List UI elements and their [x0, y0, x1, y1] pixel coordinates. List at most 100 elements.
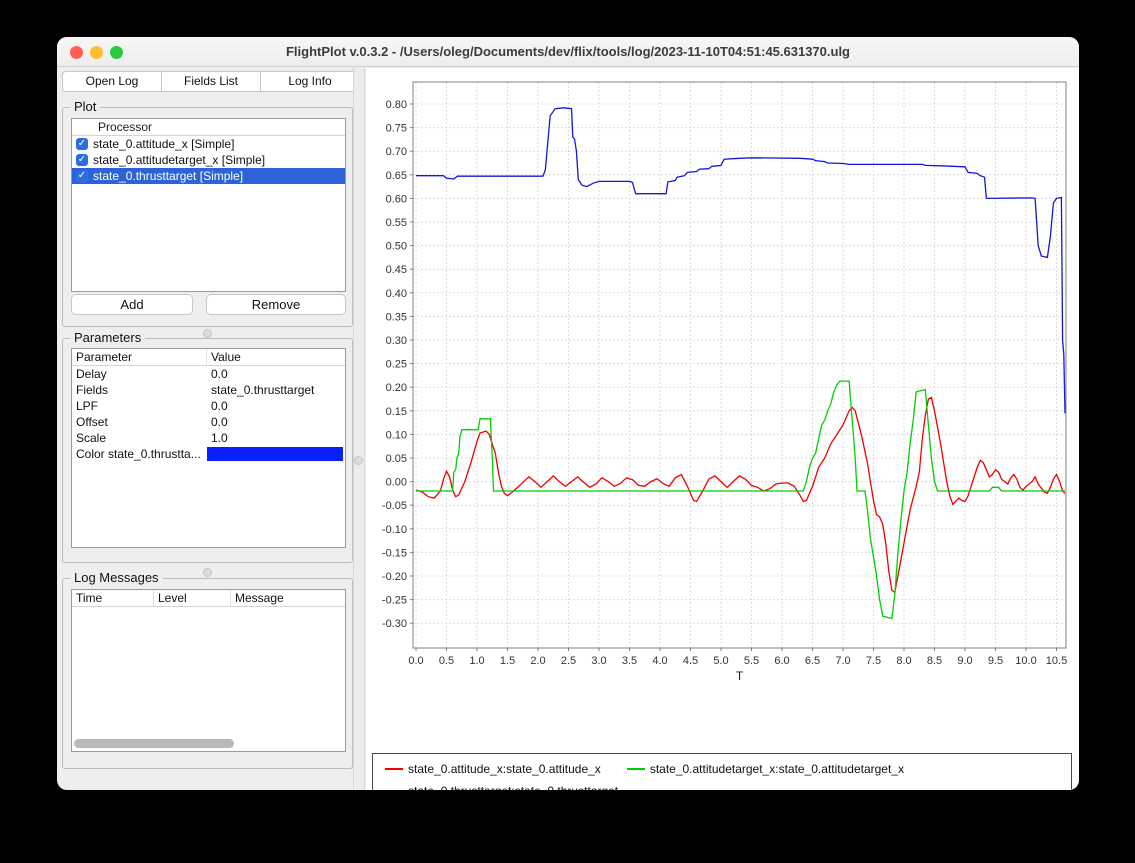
- legend-label: state_0.thrusttarget:state_0.thrusttarge…: [408, 784, 618, 790]
- parameter-name: Scale: [72, 430, 207, 446]
- plot-canvas[interactable]: -0.30-0.25-0.20-0.15-0.10-0.050.000.050.…: [366, 68, 1079, 790]
- parameter-row[interactable]: Offset0.0: [72, 414, 345, 430]
- x-tick-label: 2.5: [561, 655, 576, 667]
- remove-button[interactable]: Remove: [206, 294, 346, 315]
- parameter-row[interactable]: Fieldsstate_0.thrusttarget: [72, 382, 345, 398]
- checkbox-icon[interactable]: [76, 170, 88, 182]
- level-column-header[interactable]: Level: [154, 590, 231, 606]
- legend-swatch-icon: [627, 768, 645, 770]
- legend-item: state_0.attitudetarget_x:state_0.attitud…: [627, 762, 904, 776]
- y-tick-label: 0.10: [386, 429, 407, 441]
- y-tick-label: 0.40: [386, 288, 407, 300]
- legend-label: state_0.attitude_x:state_0.attitude_x: [408, 762, 601, 776]
- plot-groupbox: Plot Processor state_0.attitude_x [Simpl…: [62, 107, 353, 327]
- parameter-value[interactable]: 0.0: [207, 398, 345, 414]
- chart-legend: state_0.attitude_x:state_0.attitude_xsta…: [372, 753, 1072, 790]
- parameter-value[interactable]: state_0.thrusttarget: [207, 382, 345, 398]
- x-tick-label: 9.5: [988, 655, 1003, 667]
- parameters-group-title: Parameters: [70, 330, 145, 345]
- plot-series-list[interactable]: Processor state_0.attitude_x [Simple]sta…: [71, 118, 346, 292]
- x-tick-label: 5.0: [713, 655, 728, 667]
- log-messages-group-title: Log Messages: [70, 570, 163, 585]
- parameter-row[interactable]: Scale1.0: [72, 430, 345, 446]
- legend-label: state_0.attitudetarget_x:state_0.attitud…: [650, 762, 904, 776]
- horizontal-scrollbar-thumb[interactable]: [74, 739, 234, 748]
- x-tick-label: 0.5: [439, 655, 454, 667]
- chart-panel: -0.30-0.25-0.20-0.15-0.10-0.050.000.050.…: [366, 68, 1079, 790]
- x-tick-label: 8.0: [896, 655, 911, 667]
- x-tick-label: 9.0: [957, 655, 972, 667]
- log-info-button[interactable]: Log Info: [260, 71, 360, 92]
- y-tick-label: 0.70: [386, 146, 407, 158]
- parameters-groupbox: Parameters Parameter Value Delay0.0Field…: [62, 338, 353, 563]
- splitter-handle[interactable]: [203, 568, 212, 577]
- plot-rows: state_0.attitude_x [Simple] state_0.attit…: [72, 136, 345, 184]
- plot-border: [413, 82, 1066, 648]
- y-tick-label: 0.75: [386, 123, 407, 135]
- window-title: FlightPlot v.0.3.2 - /Users/oleg/Documen…: [57, 44, 1079, 59]
- splitter-handle[interactable]: [203, 329, 212, 338]
- series-line-2: [416, 108, 1065, 413]
- parameter-value[interactable]: 0.0: [207, 414, 345, 430]
- x-tick-label: 0.0: [408, 655, 423, 667]
- x-tick-label: 3.5: [622, 655, 637, 667]
- fields-list-button[interactable]: Fields List: [161, 71, 260, 92]
- parameter-column-header[interactable]: Parameter: [72, 349, 207, 365]
- y-tick-label: 0.15: [386, 406, 407, 418]
- checkbox-icon[interactable]: [76, 154, 88, 166]
- add-button[interactable]: Add: [71, 294, 193, 315]
- x-tick-label: 10.0: [1015, 655, 1036, 667]
- parameter-color-row[interactable]: Color state_0.thrustta...: [72, 446, 345, 462]
- time-column-header[interactable]: Time: [72, 590, 154, 606]
- log-messages-groupbox: Log Messages Time Level Message: [62, 578, 353, 769]
- x-tick-label: 6.0: [774, 655, 789, 667]
- parameter-row[interactable]: LPF0.0: [72, 398, 345, 414]
- parameters-table[interactable]: Parameter Value Delay0.0Fieldsstate_0.th…: [71, 348, 346, 548]
- parameter-name: Offset: [72, 414, 207, 430]
- parameter-name: LPF: [72, 398, 207, 414]
- x-tick-label: 7.5: [866, 655, 881, 667]
- processor-column-header[interactable]: Processor: [72, 119, 345, 136]
- x-tick-label: 8.5: [927, 655, 942, 667]
- vertical-splitter[interactable]: [353, 67, 365, 790]
- y-tick-label: 0.60: [386, 193, 407, 205]
- y-tick-label: 0.25: [386, 359, 407, 371]
- parameter-value[interactable]: 0.0: [207, 366, 345, 382]
- plot-series-row[interactable]: state_0.attitudetarget_x [Simple]: [72, 152, 345, 168]
- y-tick-label: 0.50: [386, 241, 407, 253]
- plot-series-label: state_0.attitudetarget_x [Simple]: [93, 153, 265, 167]
- log-messages-table[interactable]: Time Level Message: [71, 589, 346, 752]
- checkbox-icon[interactable]: [76, 138, 88, 150]
- x-tick-label: 5.5: [744, 655, 759, 667]
- x-tick-label: 1.0: [469, 655, 484, 667]
- param-color-swatch[interactable]: [207, 447, 343, 461]
- legend-item: state_0.attitude_x:state_0.attitude_x: [385, 762, 601, 776]
- y-tick-label: -0.05: [382, 500, 407, 512]
- y-tick-label: -0.20: [382, 571, 407, 583]
- parameter-name: Fields: [72, 382, 207, 398]
- parameters-table-header[interactable]: Parameter Value: [72, 349, 345, 366]
- parameter-value[interactable]: 1.0: [207, 430, 345, 446]
- x-tick-label: 7.0: [835, 655, 850, 667]
- series-line-1: [416, 381, 1065, 618]
- parameter-row[interactable]: Delay0.0: [72, 366, 345, 382]
- app-window: FlightPlot v.0.3.2 - /Users/oleg/Documen…: [57, 37, 1079, 790]
- x-axis-title: T: [736, 669, 744, 683]
- plot-series-label: state_0.attitude_x [Simple]: [93, 137, 234, 151]
- log-button-group: Open Log Fields List Log Info: [62, 71, 360, 92]
- plot-series-row[interactable]: state_0.thrusttarget [Simple]: [72, 168, 345, 184]
- y-tick-label: 0.00: [386, 477, 407, 489]
- splitter-handle[interactable]: [354, 456, 363, 465]
- value-column-header[interactable]: Value: [207, 349, 345, 365]
- open-log-button[interactable]: Open Log: [62, 71, 161, 92]
- x-tick-label: 2.0: [530, 655, 545, 667]
- y-tick-label: 0.35: [386, 311, 407, 323]
- message-column-header[interactable]: Message: [231, 590, 345, 606]
- plot-series-label: state_0.thrusttarget [Simple]: [93, 169, 243, 183]
- series-line-0: [416, 398, 1065, 593]
- y-tick-label: 0.55: [386, 217, 407, 229]
- titlebar[interactable]: FlightPlot v.0.3.2 - /Users/oleg/Documen…: [57, 37, 1079, 67]
- legend-swatch-icon: [385, 768, 403, 770]
- y-tick-label: 0.45: [386, 264, 407, 276]
- plot-series-row[interactable]: state_0.attitude_x [Simple]: [72, 136, 345, 152]
